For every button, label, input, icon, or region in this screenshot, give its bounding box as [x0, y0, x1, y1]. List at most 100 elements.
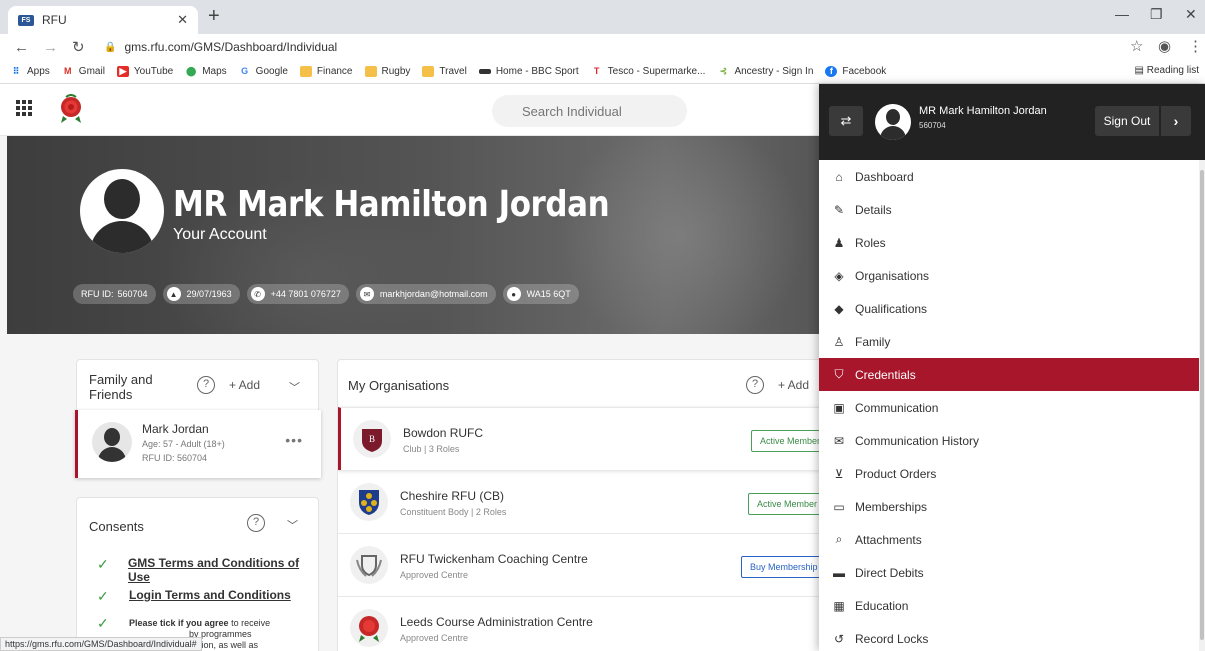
buy-membership-button[interactable]: Buy Membership [741, 556, 826, 578]
bookmark-rugby[interactable]: Rugby [364, 66, 410, 77]
sign-out-button[interactable]: Sign Out [1095, 106, 1159, 136]
back-icon[interactable]: ← [14, 39, 29, 56]
org-row[interactable]: Leeds Course Administration Centre Appro… [338, 596, 826, 651]
menu-item-family[interactable]: ♙ Family [819, 325, 1205, 358]
window-close-icon[interactable]: ✕ [1185, 6, 1197, 23]
help-icon[interactable]: ? [197, 376, 215, 394]
avatar [80, 169, 164, 253]
menu-item-communication-history[interactable]: ✉ Communication History [819, 424, 1205, 457]
chevron-down-icon[interactable]: ﹀ [289, 379, 300, 395]
home-icon: ⌂ [835, 169, 843, 184]
address-bar: ← → ↻ 🔒 gms.rfu.com/GMS/Dashboard/Indivi… [0, 34, 1205, 60]
consents-card: Consents ? ﹀ ✓ GMS Terms and Conditions o… [76, 497, 319, 651]
org-row[interactable]: B Bowdon RUFC Club | 3 Roles Active Memb… [338, 407, 826, 470]
help-icon[interactable]: ? [746, 376, 764, 394]
menu-item-attachments[interactable]: ⌕ Attachments [819, 523, 1205, 556]
organisations-add-button[interactable]: + Add [778, 378, 809, 392]
bookmark-tesco[interactable]: T Tesco - Supermarke... [591, 66, 706, 77]
svg-text:B: B [369, 434, 375, 444]
profile-subtitle: Your Account [173, 226, 267, 243]
new-tab-icon[interactable]: + [208, 5, 220, 28]
bowdon-crest-logo: B [353, 420, 391, 458]
folder-icon [299, 66, 312, 77]
rfu-rose-logo[interactable] [58, 94, 84, 124]
bookmark-travel[interactable]: Travel [422, 66, 467, 77]
switch-account-icon[interactable]: ⇄ [829, 106, 863, 136]
menu-item-memberships[interactable]: ▭ Memberships [819, 490, 1205, 523]
menu-item-record-locks[interactable]: ↺ Record Locks [819, 622, 1205, 651]
maximize-icon[interactable]: ❐ [1150, 6, 1163, 23]
shield-icon: ◈ [834, 268, 844, 283]
org-row[interactable]: Cheshire RFU (CB) Constituent Body | 2 R… [338, 470, 826, 533]
profile-name: MR Mark Hamilton Jordan [173, 184, 610, 225]
browser-tab[interactable]: FS RFU ✕ [8, 6, 198, 34]
message-icon: ▣ [833, 400, 845, 415]
account-side-menu: ⇄ MR Mark Hamilton Jordan 560704 Sign Ou… [819, 84, 1205, 651]
badge-shield-icon: ⛉ [834, 367, 844, 381]
bookmark-star-icon[interactable]: ☆ [1130, 37, 1143, 55]
family-member-card[interactable]: Mark Jordan Age: 57 - Adult (18+) RFU ID… [75, 410, 321, 478]
chevron-right-icon[interactable]: › [1161, 106, 1191, 136]
member-name: Mark Jordan [142, 422, 209, 436]
bookmark-ancestry[interactable]: ⊰ Ancestry - Sign In [717, 66, 814, 77]
bookmark-apps[interactable]: ⠿ Apps [10, 66, 50, 77]
menu-item-product-orders[interactable]: ⊻ Product Orders [819, 457, 1205, 490]
bookmark-bbc-sport[interactable]: Home - BBC Sport [478, 66, 579, 77]
calendar-icon: ▦ [833, 598, 845, 613]
cake-icon: ▲ [166, 287, 181, 301]
menu-item-credentials[interactable]: ⛉ Credentials [819, 358, 1205, 391]
tesco-icon: T [593, 66, 600, 76]
google-icon: G [241, 66, 249, 76]
bbc-icon [478, 69, 491, 74]
consent-item[interactable]: ✓ Login Terms and Conditions [97, 588, 291, 605]
gmail-icon: M [64, 66, 72, 76]
apps-menu-icon[interactable] [16, 100, 32, 116]
menu-item-dashboard[interactable]: ⌂ Dashboard [819, 160, 1205, 193]
family-add-button[interactable]: + Add [229, 378, 260, 392]
consent-item[interactable]: ✓ GMS Terms and Conditions of Use [97, 556, 318, 584]
menu-item-communication[interactable]: ▣ Communication [819, 391, 1205, 424]
paperclip-icon: ⌕ [835, 532, 843, 546]
folder-icon [364, 66, 377, 77]
menu-item-direct-debits[interactable]: ▬ Direct Debits [819, 556, 1205, 589]
menu-item-roles[interactable]: ♟ Roles [819, 226, 1205, 259]
tab-close-icon[interactable]: ✕ [177, 12, 188, 28]
location-pin-icon: ● [506, 287, 521, 301]
tab-title: RFU [42, 13, 67, 27]
envelope-icon: ✉ [833, 433, 845, 448]
family-icon: ♙ [833, 334, 845, 349]
minimize-icon[interactable]: — [1115, 6, 1129, 22]
reload-icon[interactable]: ↻ [72, 38, 85, 56]
phone-icon: ✆ [250, 287, 265, 301]
menu-item-organisations[interactable]: ◈ Organisations [819, 259, 1205, 292]
profile-icon[interactable]: ◉ [1158, 37, 1171, 55]
more-options-icon[interactable]: ••• [285, 432, 303, 448]
menu-scrollbar-thumb[interactable] [1200, 170, 1204, 640]
bookmark-google[interactable]: G Google [239, 66, 288, 77]
email-pill: ✉ markhjordan@hotmail.com [355, 284, 496, 304]
bookmark-gmail[interactable]: M Gmail [62, 66, 105, 77]
organisations-title: My Organisations [348, 378, 450, 393]
bookmark-youtube[interactable]: ▶ YouTube [116, 66, 173, 77]
browser-menu-icon[interactable]: ⋮ [1188, 37, 1203, 55]
profile-details: RFU ID: 560704 ▲ 29/07/1963 ✆ +44 7801 0767… [73, 284, 586, 304]
bookmark-facebook[interactable]: f Facebook [825, 66, 886, 77]
menu-user-id: 560704 [919, 121, 946, 130]
search-input[interactable] [492, 95, 687, 127]
bookmark-finance[interactable]: Finance [299, 66, 353, 77]
browser-status-url: https://gms.rfu.com/GMS/Dashboard/Indivi… [0, 637, 202, 651]
organisations-card: My Organisations ? + Add B Bowdon RUFC C… [337, 359, 827, 651]
bookmark-maps[interactable]: ⬤ Maps [185, 66, 227, 77]
url-field[interactable]: 🔒 gms.rfu.com/GMS/Dashboard/Individual [96, 35, 1106, 59]
help-icon[interactable]: ? [247, 514, 265, 532]
menu-header: ⇄ MR Mark Hamilton Jordan 560704 Sign Ou… [819, 84, 1205, 160]
menu-item-details[interactable]: ✎ Details [819, 193, 1205, 226]
menu-item-qualifications[interactable]: ◆ Qualifications [819, 292, 1205, 325]
reading-list[interactable]: ▤ Reading list [1135, 65, 1200, 76]
family-title: Family and Friends [89, 372, 153, 402]
chevron-down-icon[interactable]: ﹀ [287, 517, 298, 533]
forward-icon[interactable]: → [43, 39, 58, 56]
org-row[interactable]: RFU Twickenham Coaching Centre Approved … [338, 533, 826, 596]
rfu-id-pill: RFU ID: 560704 [73, 284, 156, 304]
menu-item-education[interactable]: ▦ Education [819, 589, 1205, 622]
